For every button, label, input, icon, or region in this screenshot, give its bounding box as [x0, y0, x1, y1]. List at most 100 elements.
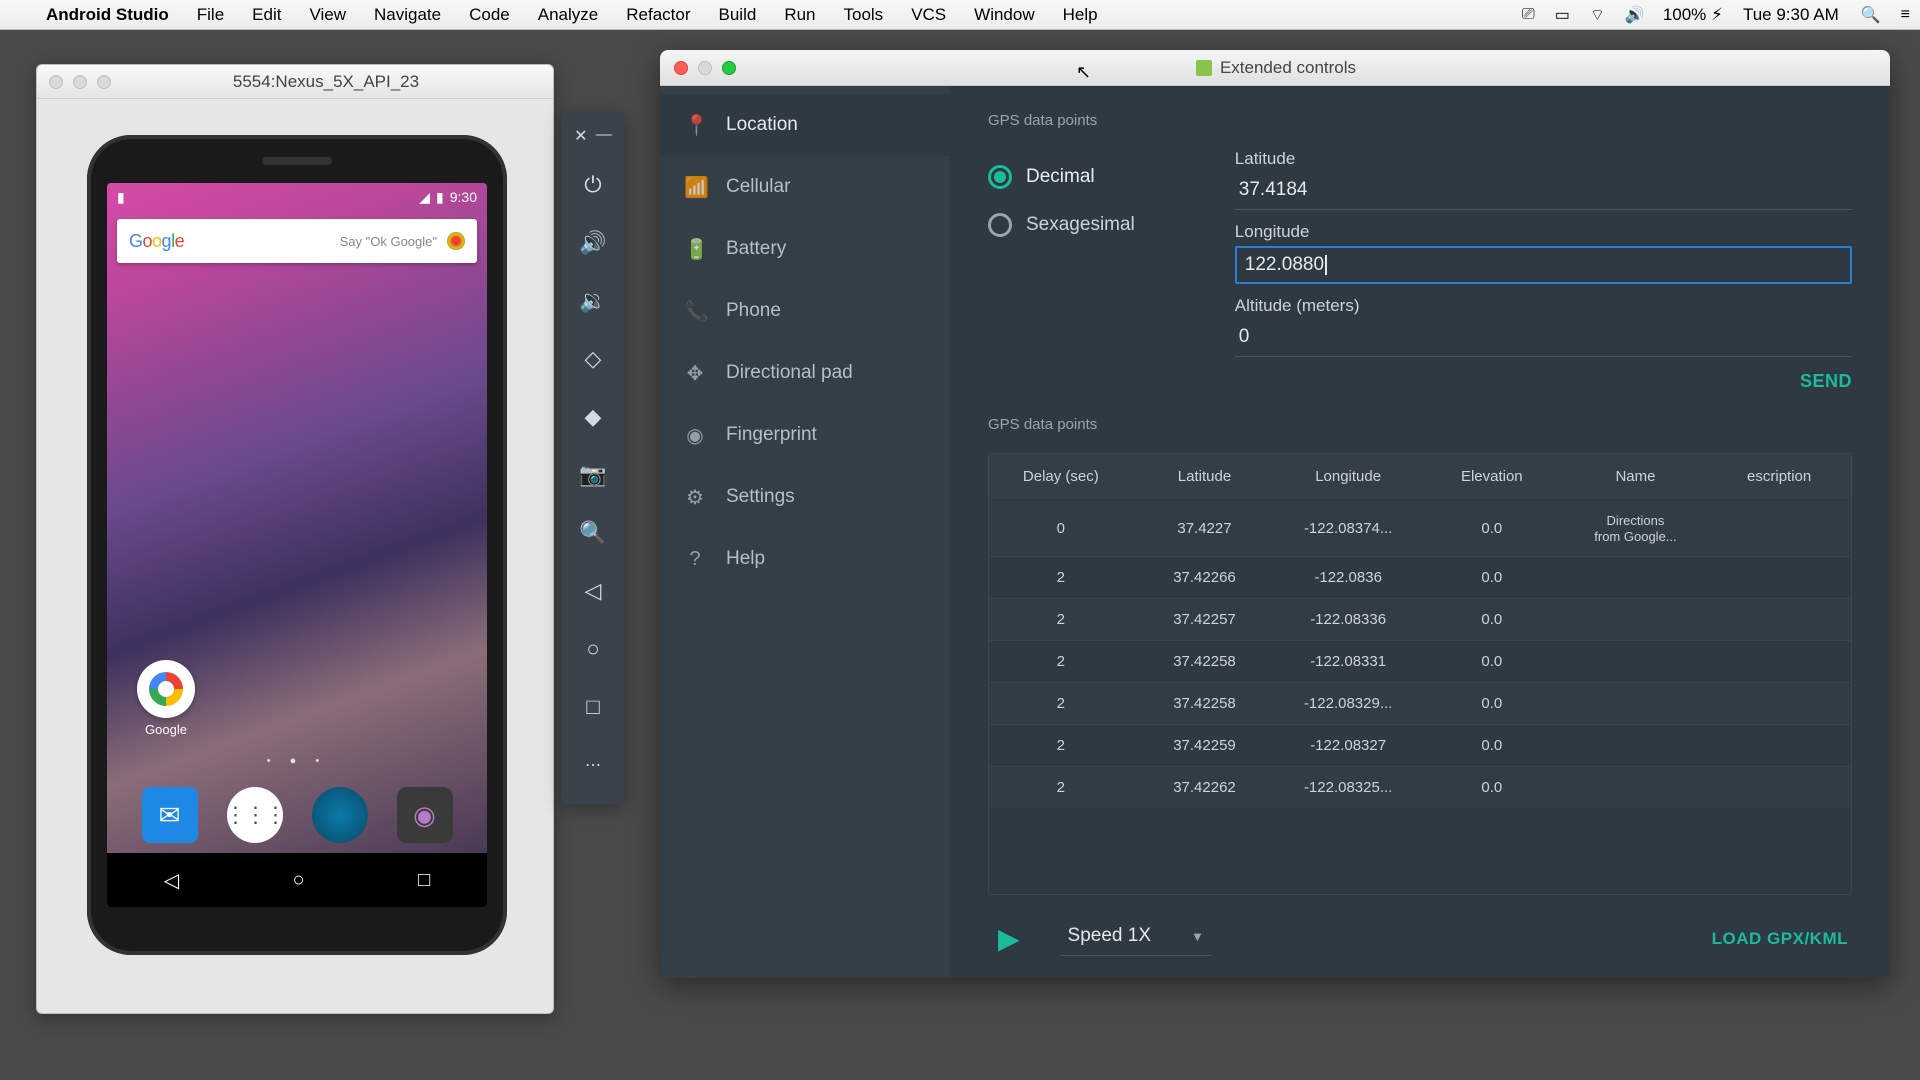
- radio-sexagesimal[interactable]: Sexagesimal: [988, 213, 1135, 237]
- nav-item-help[interactable]: ?Help: [660, 528, 950, 590]
- device-frame: ▮ ◢ ▮ 9:30 Google Say "Ok Google" Google…: [87, 135, 507, 955]
- menu-analyze[interactable]: Analyze: [524, 5, 612, 25]
- home-button[interactable]: ○: [293, 869, 305, 892]
- nav-item-fingerprint[interactable]: ◉Fingerprint: [660, 404, 950, 466]
- clock[interactable]: Tue 9:30 AM: [1731, 5, 1851, 25]
- longitude-input[interactable]: 122.0880: [1235, 246, 1852, 284]
- menu-vcs[interactable]: VCS: [897, 5, 960, 25]
- battery-icon: ▮: [436, 189, 444, 206]
- column-header[interactable]: escription: [1707, 454, 1851, 500]
- nav-item-label: Phone: [726, 300, 781, 322]
- latitude-input[interactable]: 37.4184: [1235, 173, 1852, 210]
- google-folder[interactable]: Google: [137, 660, 195, 737]
- nav-item-label: Settings: [726, 486, 795, 508]
- menu-view[interactable]: View: [295, 5, 360, 25]
- minimize-icon[interactable]: [73, 75, 87, 89]
- messages-icon[interactable]: ✉: [142, 787, 198, 843]
- app-name[interactable]: Android Studio: [32, 5, 183, 25]
- nav-item-directional-pad[interactable]: ✥Directional pad: [660, 342, 950, 404]
- menu-refactor[interactable]: Refactor: [612, 5, 704, 25]
- menu-edit[interactable]: Edit: [238, 5, 295, 25]
- device-screen[interactable]: ▮ ◢ ▮ 9:30 Google Say "Ok Google" Google…: [107, 183, 487, 907]
- volume-icon[interactable]: 🔊: [1615, 5, 1655, 25]
- power-icon[interactable]: ⏻: [562, 156, 624, 214]
- battery-status[interactable]: 100% ⚡︎: [1655, 5, 1731, 25]
- extended-controls-window: Extended controls 📍Location📶Cellular🔋Bat…: [660, 50, 1890, 978]
- menu-build[interactable]: Build: [705, 5, 771, 25]
- nav-item-phone[interactable]: 📞Phone: [660, 280, 950, 342]
- table-row[interactable]: 237.42259-122.083270.0: [989, 725, 1851, 767]
- cast-icon[interactable]: ⎚: [1512, 6, 1545, 24]
- close-emulator-icon[interactable]: ✕: [574, 126, 587, 146]
- rotate-left-icon[interactable]: ◇: [562, 330, 624, 388]
- mic-icon[interactable]: [447, 232, 465, 250]
- recents-button[interactable]: □: [418, 869, 430, 892]
- minimize-icon[interactable]: [698, 61, 712, 75]
- table-row[interactable]: 237.42258-122.08329...0.0: [989, 683, 1851, 725]
- latitude-label: Latitude: [1235, 149, 1296, 168]
- nav-item-settings[interactable]: ⚙Settings: [660, 466, 950, 528]
- zoom-icon[interactable]: 🔍: [562, 504, 624, 562]
- zoom-icon[interactable]: [97, 75, 111, 89]
- column-header[interactable]: Latitude: [1133, 454, 1277, 500]
- table-row[interactable]: 237.42262-122.08325...0.0: [989, 767, 1851, 809]
- zoom-icon[interactable]: [722, 61, 736, 75]
- send-button[interactable]: SEND: [1800, 371, 1852, 392]
- column-header[interactable]: Name: [1564, 454, 1708, 500]
- spotlight-icon[interactable]: 🔍: [1851, 5, 1891, 25]
- back-icon[interactable]: ◁: [562, 562, 624, 620]
- table-row[interactable]: 237.42257-122.083360.0: [989, 599, 1851, 641]
- google-search-bar[interactable]: Google Say "Ok Google": [117, 219, 477, 263]
- emulator-titlebar[interactable]: 5554:Nexus_5X_API_23: [37, 65, 553, 99]
- page-indicator: • ● •: [107, 755, 487, 767]
- nav-item-label: Fingerprint: [726, 424, 817, 446]
- column-header[interactable]: Delay (sec): [989, 454, 1133, 500]
- latitude-field: Latitude 37.4184: [1235, 149, 1852, 210]
- radio-decimal[interactable]: Decimal: [988, 165, 1135, 189]
- section-label: GPS data points: [988, 416, 1852, 433]
- column-header[interactable]: Longitude: [1276, 454, 1420, 500]
- menu-file[interactable]: File: [183, 5, 238, 25]
- overview-icon[interactable]: □: [562, 678, 624, 736]
- android-icon: [1196, 60, 1212, 76]
- load-gpx-button[interactable]: LOAD GPX/KML: [1712, 929, 1848, 949]
- menu-navigate[interactable]: Navigate: [360, 5, 455, 25]
- camera-icon[interactable]: ◉: [397, 787, 453, 843]
- radio-dot-icon: [988, 165, 1012, 189]
- app-drawer-icon[interactable]: ⋮⋮⋮: [227, 787, 283, 843]
- emulator-title: 5554:Nexus_5X_API_23: [111, 72, 541, 92]
- speed-select[interactable]: Speed 1X▼: [1060, 921, 1212, 956]
- nav-item-location[interactable]: 📍Location: [660, 94, 950, 156]
- hotseat: 📞 ✉ ⋮⋮⋮ ◉: [107, 787, 487, 843]
- menu-code[interactable]: Code: [455, 5, 524, 25]
- play-button[interactable]: ▶: [992, 922, 1020, 955]
- browser-icon[interactable]: [312, 787, 368, 843]
- column-header[interactable]: Elevation: [1420, 454, 1564, 500]
- close-icon[interactable]: [49, 75, 63, 89]
- table-row[interactable]: 237.42266-122.08360.0: [989, 557, 1851, 599]
- notifications-icon[interactable]: ≡: [1891, 6, 1920, 24]
- nav-item-battery[interactable]: 🔋Battery: [660, 218, 950, 280]
- minimize-emulator-icon[interactable]: —: [596, 126, 612, 146]
- volume-up-icon[interactable]: 🔊: [562, 214, 624, 272]
- screenshot-icon[interactable]: 📷: [562, 446, 624, 504]
- volume-down-icon[interactable]: 🔉: [562, 272, 624, 330]
- table-row[interactable]: 037.4227-122.08374...0.0Directionsfrom G…: [989, 500, 1851, 557]
- nav-item-cellular[interactable]: 📶Cellular: [660, 156, 950, 218]
- table-row[interactable]: 237.42258-122.083310.0: [989, 641, 1851, 683]
- back-button[interactable]: ◁: [164, 868, 179, 893]
- extended-controls-titlebar[interactable]: Extended controls: [660, 50, 1890, 86]
- airplay-icon[interactable]: ▭: [1545, 5, 1580, 25]
- more-icon[interactable]: ⋯: [562, 736, 624, 794]
- menu-run[interactable]: Run: [770, 5, 829, 25]
- menu-help[interactable]: Help: [1049, 5, 1112, 25]
- menu-tools[interactable]: Tools: [830, 5, 898, 25]
- traffic-lights[interactable]: [49, 75, 111, 89]
- rotate-right-icon[interactable]: ◆: [562, 388, 624, 446]
- wifi-icon[interactable]: ⌔: [1580, 5, 1615, 25]
- close-icon[interactable]: [674, 61, 688, 75]
- extended-controls-nav: 📍Location📶Cellular🔋Battery📞Phone✥Directi…: [660, 86, 950, 978]
- altitude-input[interactable]: 0: [1235, 320, 1852, 357]
- menu-window[interactable]: Window: [960, 5, 1048, 25]
- home-icon[interactable]: ○: [562, 620, 624, 678]
